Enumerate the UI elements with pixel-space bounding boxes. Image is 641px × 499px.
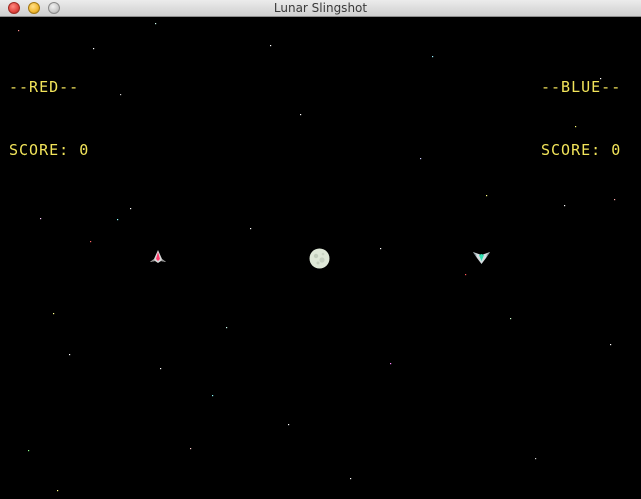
- blue-player-label: --BLUE--: [541, 78, 622, 96]
- star: [510, 318, 512, 320]
- red-ship-icon: [150, 250, 166, 263]
- star: [226, 327, 228, 329]
- star: [380, 248, 382, 250]
- star: [53, 313, 55, 315]
- star: [93, 48, 95, 50]
- star: [535, 458, 537, 460]
- star: [190, 448, 192, 450]
- title-bar: Lunar Slingshot: [0, 0, 641, 17]
- star: [160, 368, 162, 370]
- blue-player-hud: --BLUE-- SCORE: 0: [541, 35, 621, 203]
- star: [130, 208, 132, 210]
- star: [420, 158, 422, 160]
- red-player-hud: --RED-- SCORE: 0: [9, 35, 89, 203]
- star: [90, 241, 92, 243]
- star: [120, 94, 122, 96]
- game-window: Lunar Slingshot --RED-- SCORE: 0 --BLUE-…: [0, 0, 641, 499]
- star: [270, 45, 272, 47]
- star: [288, 424, 290, 426]
- star: [57, 490, 59, 492]
- moon-icon: [309, 248, 330, 269]
- star: [486, 195, 488, 197]
- game-canvas[interactable]: --RED-- SCORE: 0 --BLUE-- SCORE: 0: [0, 18, 641, 499]
- red-score: SCORE: 0: [9, 141, 90, 159]
- star: [432, 56, 434, 58]
- star: [40, 218, 42, 220]
- star: [155, 23, 157, 25]
- star: [69, 354, 71, 356]
- window-title: Lunar Slingshot: [273, 1, 368, 15]
- blue-ship-icon: [473, 252, 490, 264]
- red-player-label: --RED--: [9, 78, 80, 96]
- star: [350, 478, 352, 480]
- star: [390, 363, 392, 365]
- star: [250, 228, 252, 230]
- star: [28, 450, 30, 452]
- star: [18, 30, 20, 32]
- star: [610, 344, 612, 346]
- star: [300, 114, 302, 116]
- star: [212, 395, 214, 397]
- star: [564, 205, 566, 207]
- star: [465, 274, 467, 276]
- blue-score: SCORE: 0: [541, 141, 622, 159]
- star: [117, 219, 119, 221]
